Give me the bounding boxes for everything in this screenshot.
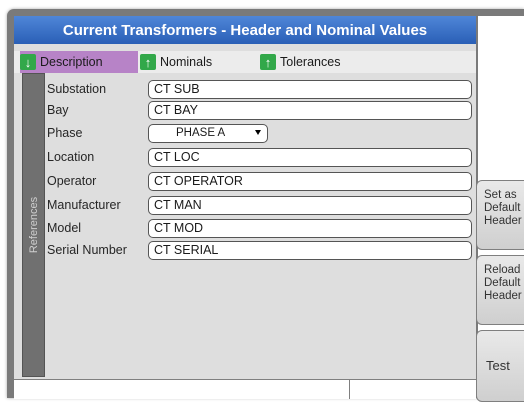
- tab-tolerances[interactable]: ↑ Tolerances: [260, 51, 360, 73]
- reload-default-header-button[interactable]: Reload Default Header: [476, 255, 524, 325]
- phase-select[interactable]: PHASE A: [148, 124, 268, 143]
- form-row-model: Model CT MOD: [47, 219, 472, 239]
- form-row-operator: Operator CT OPERATOR: [47, 172, 472, 192]
- substation-label: Substation: [47, 82, 107, 96]
- form-row-bay: Bay CT BAY: [47, 101, 472, 121]
- tab-description-label: Description: [40, 55, 103, 69]
- model-field[interactable]: CT MOD: [148, 219, 472, 238]
- phase-select-value: PHASE A: [176, 127, 226, 139]
- reload-default-line-3: Header: [484, 290, 522, 302]
- bay-label: Bay: [47, 103, 69, 117]
- reload-default-line-2: Default: [484, 277, 521, 289]
- bay-field[interactable]: CT BAY: [148, 101, 472, 120]
- status-bar: [14, 379, 476, 399]
- test-button-label: Test: [486, 358, 510, 373]
- operator-field[interactable]: CT OPERATOR: [148, 172, 472, 191]
- arrow-up-icon: ↑: [260, 54, 276, 70]
- serial-number-field[interactable]: CT SERIAL: [148, 241, 472, 260]
- arrow-up-icon: ↑: [140, 54, 156, 70]
- set-default-line-2: Default: [484, 202, 521, 214]
- tab-description[interactable]: ↓ Description: [20, 51, 138, 73]
- location-field[interactable]: CT LOC: [148, 148, 472, 167]
- tab-bar: ↓ Description ↑ Nominals ↑ Tolerances: [14, 51, 476, 73]
- manufacturer-field[interactable]: CT MAN: [148, 196, 472, 215]
- tab-tolerances-label: Tolerances: [280, 55, 341, 69]
- reload-default-line-1: Reload: [484, 264, 521, 276]
- form-row-serial-number: Serial Number CT SERIAL: [47, 241, 472, 261]
- form-row-manufacturer: Manufacturer CT MAN: [47, 196, 472, 216]
- status-divider: [349, 380, 350, 399]
- test-button[interactable]: Test: [476, 330, 524, 402]
- references-label: References: [27, 196, 40, 254]
- arrow-down-icon: ↓: [20, 54, 36, 70]
- form-row-location: Location CT LOC: [47, 148, 472, 168]
- operator-label: Operator: [47, 174, 97, 188]
- chevron-down-icon: [255, 130, 261, 135]
- manufacturer-label: Manufacturer: [47, 198, 121, 212]
- tab-nominals-label: Nominals: [160, 55, 213, 69]
- references-sidebar[interactable]: References: [22, 73, 45, 377]
- model-label: Model: [47, 221, 82, 235]
- tab-nominals[interactable]: ↑ Nominals: [140, 51, 232, 73]
- set-default-line-1: Set as: [484, 189, 517, 201]
- form-row-substation: Substation CT SUB: [47, 80, 472, 100]
- form-row-phase: Phase PHASE A: [47, 124, 470, 144]
- phase-label: Phase: [47, 126, 83, 140]
- window-title: Current Transformers - Header and Nomina…: [14, 16, 476, 44]
- set-default-line-3: Header: [484, 215, 522, 227]
- serial-number-label: Serial Number: [47, 243, 127, 257]
- location-label: Location: [47, 150, 95, 164]
- substation-field[interactable]: CT SUB: [148, 80, 472, 99]
- set-as-default-header-button[interactable]: Set as Default Header: [476, 180, 524, 250]
